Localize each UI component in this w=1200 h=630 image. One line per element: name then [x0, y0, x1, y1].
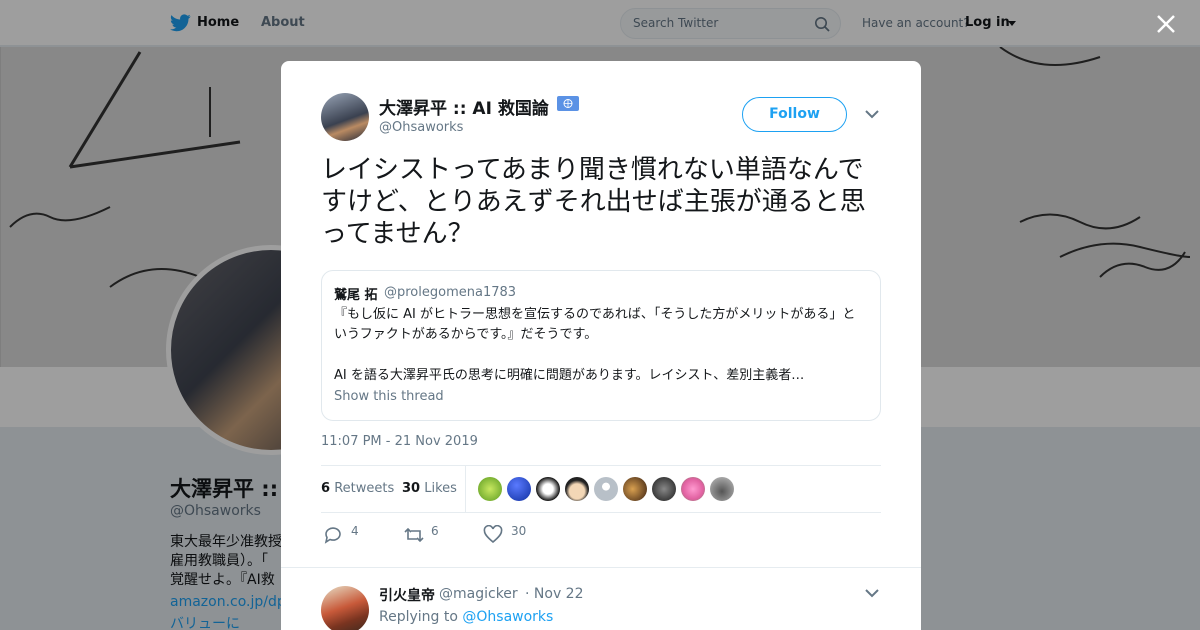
follow-button[interactable]: Follow	[742, 97, 847, 132]
like-count: 30	[511, 524, 527, 538]
quoted-author-handle: @prolegomena1783	[384, 285, 517, 300]
heart-icon[interactable]	[483, 525, 503, 545]
retweet-icon[interactable]	[403, 525, 425, 545]
author-name[interactable]: 大澤昇平 :: AI 救国論	[379, 94, 549, 119]
reply-date[interactable]: · Nov 22	[525, 586, 584, 602]
chevron-down-icon[interactable]	[865, 588, 879, 598]
divider	[281, 567, 921, 568]
liker-avatar[interactable]	[652, 477, 676, 501]
reply-author-handle[interactable]: @magicker	[439, 586, 518, 602]
un-flag-icon	[557, 96, 579, 111]
reply-avatar[interactable]	[321, 586, 369, 630]
likes-count: 30	[402, 481, 421, 496]
show-thread-link[interactable]: Show this thread	[334, 389, 444, 404]
tweet-stats: 6 Retweets 30 Likes	[321, 465, 881, 513]
replying-prefix: Replying to	[379, 609, 458, 625]
liker-avatar[interactable]	[594, 477, 618, 501]
chevron-down-icon[interactable]	[865, 109, 879, 119]
replying-to-link[interactable]: @Ohsaworks	[462, 609, 553, 625]
liker-avatar[interactable]	[565, 477, 589, 501]
quoted-text: 『もし仮に AI がヒトラー思想を宣伝するのであれば、「そうした方がメリットがあ…	[334, 307, 856, 342]
reply-author-name[interactable]: 引火皇帝	[379, 585, 435, 605]
retweets-label: Retweets	[334, 481, 395, 496]
stats-divider	[465, 466, 466, 512]
author-handle[interactable]: @Ohsaworks	[379, 120, 463, 135]
likes-label: Likes	[424, 481, 457, 496]
liker-avatar[interactable]	[507, 477, 531, 501]
retweets-count: 6	[321, 481, 331, 496]
retweets-stat[interactable]: 6 Retweets	[321, 481, 394, 496]
reply-icon[interactable]	[323, 525, 343, 545]
likes-stat[interactable]: 30 Likes	[402, 481, 457, 496]
quoted-author-name: 鷲尾 拓	[334, 288, 378, 303]
tweet-text: レイシストってあまり聞き慣れない単語なんですけど、とりあえずそれ出せば主張が通る…	[321, 155, 866, 249]
liker-avatar[interactable]	[478, 477, 502, 501]
quoted-text: AI を語る大澤昇平氏の思考に明確に問題があります。レイシスト、差別主義者…	[334, 368, 805, 383]
close-icon[interactable]	[1152, 10, 1180, 38]
tweet-timestamp[interactable]: 11:07 PM - 21 Nov 2019	[321, 434, 478, 449]
author-avatar[interactable]	[321, 93, 369, 141]
tweet-actions: 4 6 30	[321, 521, 881, 549]
tweet-modal: 大澤昇平 :: AI 救国論 @Ohsaworks Follow レイシストって…	[281, 61, 921, 630]
replying-to: Replying to @Ohsaworks	[379, 609, 553, 625]
liker-avatar[interactable]	[623, 477, 647, 501]
reply-count: 4	[351, 524, 359, 538]
liker-avatar[interactable]	[710, 477, 734, 501]
liker-avatar[interactable]	[681, 477, 705, 501]
retweet-count: 6	[431, 524, 439, 538]
quoted-tweet[interactable]: 鷲尾 拓 @prolegomena1783 『もし仮に AI がヒトラー思想を宣…	[321, 270, 881, 421]
liker-avatar[interactable]	[536, 477, 560, 501]
